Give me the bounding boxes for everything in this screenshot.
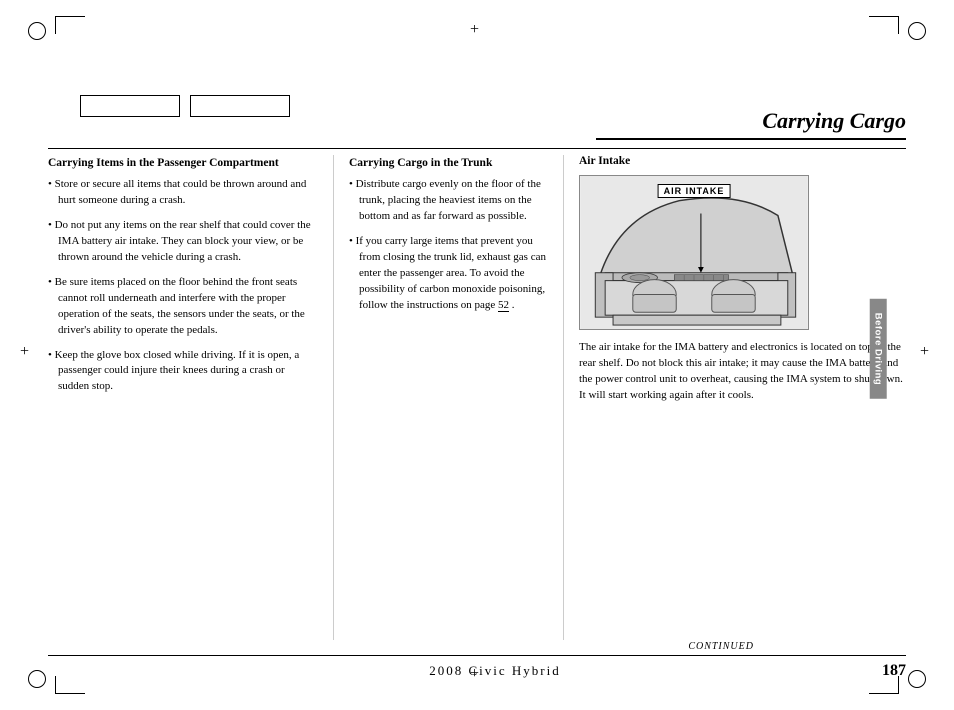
middle-bullet-2: If you carry large items that prevent yo… — [349, 234, 548, 314]
tab-box-1 — [80, 95, 180, 117]
title-divider — [48, 148, 906, 149]
main-content: Carrying Items in the Passenger Compartm… — [48, 155, 906, 640]
car-sketch-svg — [580, 176, 808, 329]
continued-text: CONTINUED — [688, 641, 754, 652]
col-right: Air Intake AIR INTAKE — [563, 155, 906, 640]
middle-section-title: Carrying Cargo in the Trunk — [349, 155, 548, 171]
page-title-area: Carrying Cargo — [596, 108, 906, 140]
left-bullet-4: Keep the glove box closed while driving.… — [48, 348, 318, 396]
page-title: Carrying Cargo — [762, 108, 906, 133]
bracket-tr — [869, 16, 899, 34]
corner-mark-bl — [28, 670, 46, 688]
footer-vehicle: 2008 Civic Hybrid — [429, 663, 561, 679]
col-middle: Carrying Cargo in the Trunk Distribute c… — [333, 155, 563, 640]
page-link[interactable]: 52 — [498, 299, 509, 312]
corner-mark-br — [908, 670, 926, 688]
left-section-title: Carrying Items in the Passenger Compartm… — [48, 155, 318, 171]
corner-mark-tl — [28, 22, 46, 40]
air-intake-diagram-label: AIR INTAKE — [658, 184, 731, 198]
cross-right — [920, 348, 934, 362]
tab-boxes — [80, 95, 290, 117]
air-intake-title: Air Intake — [579, 155, 906, 167]
cross-top — [470, 26, 484, 40]
corner-mark-tr — [908, 22, 926, 40]
bracket-tl — [55, 16, 85, 34]
col-left: Carrying Items in the Passenger Compartm… — [48, 155, 333, 640]
page-number: 187 — [882, 662, 906, 680]
cross-left — [20, 348, 34, 362]
left-bullet-1: Store or secure all items that could be … — [48, 177, 318, 209]
air-intake-description: The air intake for the IMA battery and e… — [579, 340, 906, 404]
bottom-bar: 2008 Civic Hybrid 187 — [48, 655, 906, 680]
air-intake-diagram: AIR INTAKE — [579, 175, 809, 330]
tab-box-2 — [190, 95, 290, 117]
before-driving-label: Before Driving — [869, 299, 886, 399]
middle-bullet-1: Distribute cargo evenly on the floor of … — [349, 177, 548, 225]
left-bullet-3: Be sure items placed on the floor behind… — [48, 275, 318, 339]
page-wrapper: Carrying Cargo Carrying Items in the Pas… — [0, 0, 954, 710]
left-bullet-2: Do not put any items on the rear shelf t… — [48, 218, 318, 266]
